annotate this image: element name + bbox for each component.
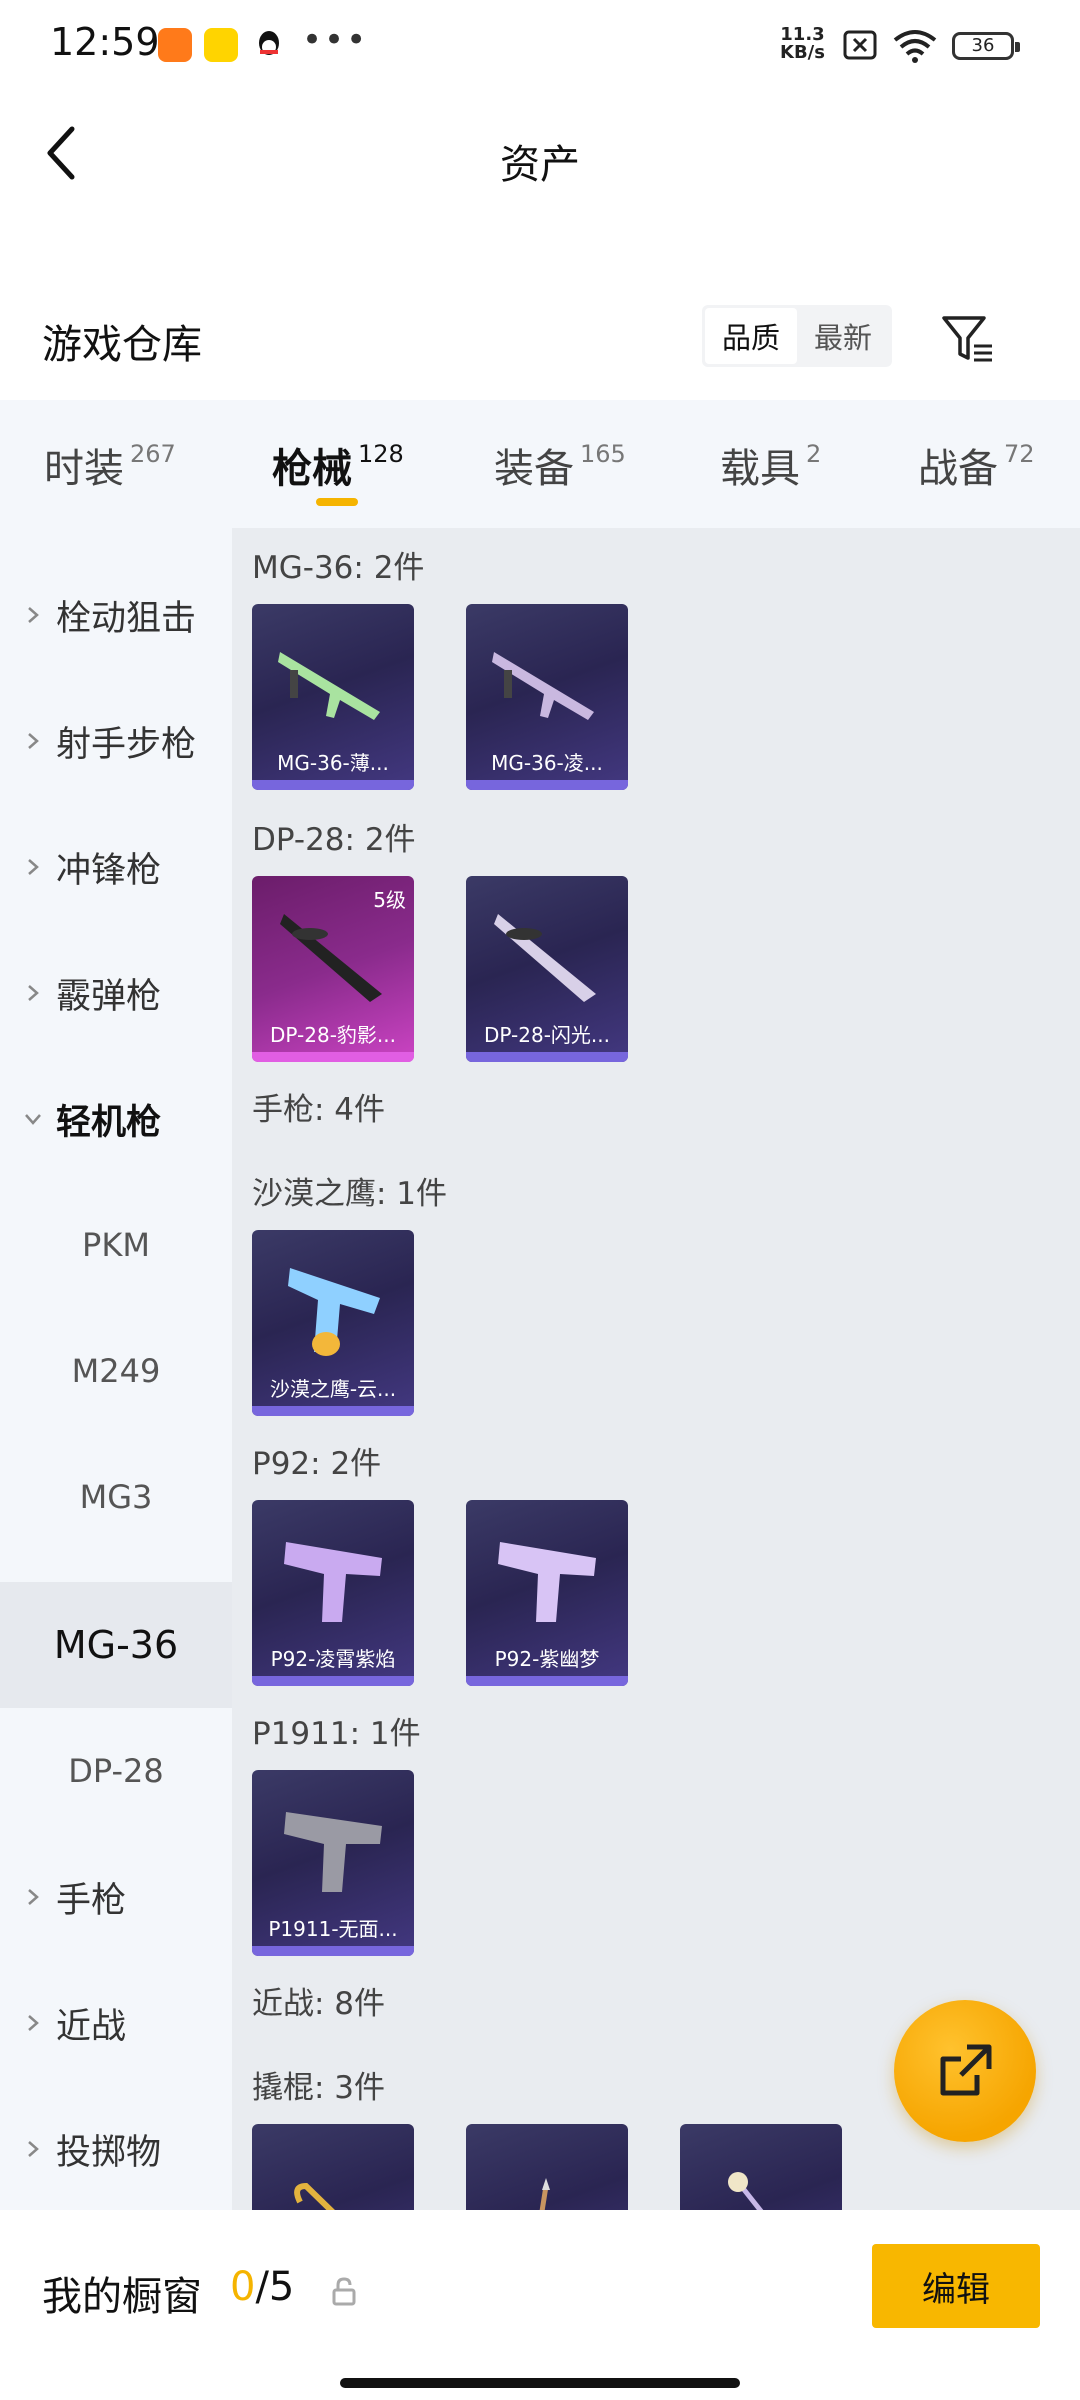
game-app-icon bbox=[204, 28, 238, 62]
chevron-down-icon bbox=[25, 1114, 41, 1125]
network-speed: 11.3 KB/s bbox=[780, 24, 825, 63]
showcase-bar: 我的橱窗 0/5 编辑 bbox=[0, 2210, 1080, 2400]
filter-button[interactable] bbox=[938, 308, 998, 368]
wifi-icon bbox=[892, 28, 938, 68]
item-card[interactable]: P1911-无面... bbox=[252, 1770, 414, 1956]
pistol-icon bbox=[284, 1542, 382, 1622]
active-tab-indicator bbox=[316, 498, 358, 506]
edit-button[interactable]: 编辑 bbox=[872, 2244, 1040, 2328]
qq-icon bbox=[252, 28, 286, 62]
tab-vehicles[interactable]: 载具 2 bbox=[720, 436, 821, 494]
item-card[interactable]: MG-36-薄... bbox=[252, 604, 414, 790]
group-heading: P1911: 1件 bbox=[252, 1716, 421, 1752]
chevron-right-icon bbox=[28, 2141, 39, 2157]
category-tabs: 时装 267 枪械 128 装备 165 载具 2 战备 72 bbox=[0, 400, 1080, 528]
chevron-right-icon bbox=[28, 733, 39, 749]
item-card[interactable]: 沙漠之鹰-云... bbox=[252, 1230, 414, 1416]
chevron-right-icon bbox=[28, 985, 39, 1001]
item-card[interactable] bbox=[466, 2124, 628, 2210]
tab-fashion[interactable]: 时装 267 bbox=[44, 436, 176, 494]
group-heading: P92: 2件 bbox=[252, 1446, 382, 1482]
group-heading: 手枪: 4件 bbox=[252, 1092, 386, 1128]
item-card[interactable]: 5级 DP-28-豹影... bbox=[252, 876, 414, 1062]
sidebar-subitem-mg3[interactable]: MG3 bbox=[0, 1434, 232, 1560]
share-icon bbox=[940, 2044, 992, 2096]
sort-quality-option[interactable]: 品质 bbox=[705, 308, 797, 364]
chevron-right-icon bbox=[28, 2015, 39, 2031]
filter-icon bbox=[942, 316, 992, 362]
sidebar-subitem-mg36[interactable]: MG-36 bbox=[0, 1582, 232, 1708]
crowbar-icon bbox=[294, 2182, 335, 2210]
machine-gun-icon bbox=[492, 652, 594, 720]
item-grid: MG-36: 2件 MG-36-薄... MG-36-凌... DP-28: 2… bbox=[232, 528, 1080, 2210]
status-time: 12:59 bbox=[50, 20, 160, 64]
sidebar-item-throwables[interactable]: 投掷物 bbox=[0, 2086, 232, 2210]
tab-equipment[interactable]: 装备 165 bbox=[494, 436, 626, 494]
home-indicator[interactable] bbox=[340, 2378, 740, 2388]
group-heading: 近战: 8件 bbox=[252, 1986, 386, 2022]
showcase-count: 0/5 bbox=[230, 2264, 295, 2310]
sidebar-subitem-m249[interactable]: M249 bbox=[0, 1308, 232, 1434]
sim-disabled-icon bbox=[842, 28, 878, 66]
more-notifications-icon: ••• bbox=[302, 20, 369, 60]
sort-toggle: 品质 最新 bbox=[702, 305, 892, 367]
group-heading: MG-36: 2件 bbox=[252, 550, 425, 586]
item-card[interactable] bbox=[252, 2124, 414, 2210]
sidebar-item-shotgun[interactable]: 霰弹枪 bbox=[0, 930, 232, 1056]
item-card[interactable] bbox=[680, 2124, 842, 2210]
sidebar-item-pistol[interactable]: 手枪 bbox=[0, 1834, 232, 1960]
sidebar-item-smg[interactable]: 冲锋枪 bbox=[0, 804, 232, 930]
section-title: 游戏仓库 bbox=[42, 322, 202, 368]
nav-bar: 资产 bbox=[0, 90, 1080, 230]
taobao-icon bbox=[158, 28, 192, 62]
level-badge: 5级 bbox=[373, 888, 406, 912]
pistol-icon bbox=[284, 1812, 382, 1892]
showcase-label: 我的橱窗 bbox=[42, 2274, 202, 2320]
pistol-icon bbox=[288, 1268, 380, 1356]
group-heading: 撬棍: 3件 bbox=[252, 2070, 386, 2106]
category-sidebar: 栓动狙击 射手步枪 冲锋枪 霰弹枪 轻机枪 PKM M249 MG3 MG-36… bbox=[0, 528, 232, 2210]
group-heading: 沙漠之鹰: 1件 bbox=[252, 1176, 448, 1212]
chevron-right-icon bbox=[28, 1889, 39, 1905]
sidebar-subitem-dp28[interactable]: DP-28 bbox=[0, 1708, 232, 1834]
sidebar-subitem-pkm[interactable]: PKM bbox=[0, 1182, 232, 1308]
lock-icon bbox=[332, 2277, 356, 2306]
chevron-right-icon bbox=[28, 859, 39, 875]
sidebar-item-dmr[interactable]: 射手步枪 bbox=[0, 678, 232, 804]
machine-gun-icon bbox=[278, 652, 380, 720]
tab-weapons[interactable]: 枪械 128 bbox=[272, 436, 404, 494]
tab-tactical[interactable]: 战备 72 bbox=[918, 436, 1035, 494]
sidebar-item-lmg[interactable]: 轻机枪 bbox=[0, 1056, 232, 1182]
staff-icon bbox=[728, 2172, 764, 2210]
status-bar: 12:59 ••• 11.3 KB/s 36 bbox=[0, 0, 1080, 90]
group-heading: DP-28: 2件 bbox=[252, 822, 416, 858]
item-card[interactable]: DP-28-闪光... bbox=[466, 876, 628, 1062]
page-title: 资产 bbox=[500, 142, 580, 188]
sort-latest-option[interactable]: 最新 bbox=[797, 308, 889, 364]
item-card[interactable]: P92-紫幽梦 bbox=[466, 1500, 628, 1686]
battery-indicator: 36 bbox=[952, 32, 1020, 60]
sidebar-item-melee[interactable]: 近战 bbox=[0, 1960, 232, 2086]
item-card[interactable]: MG-36-凌... bbox=[466, 604, 628, 790]
chevron-right-icon bbox=[28, 607, 39, 623]
spear-icon bbox=[539, 2178, 550, 2210]
item-card[interactable]: P92-凌霄紫焰 bbox=[252, 1500, 414, 1686]
pistol-icon bbox=[498, 1542, 596, 1622]
sidebar-item-bolt-sniper[interactable]: 栓动狙击 bbox=[0, 552, 232, 678]
machine-gun-icon bbox=[494, 914, 596, 1002]
share-button[interactable] bbox=[894, 2000, 1036, 2142]
